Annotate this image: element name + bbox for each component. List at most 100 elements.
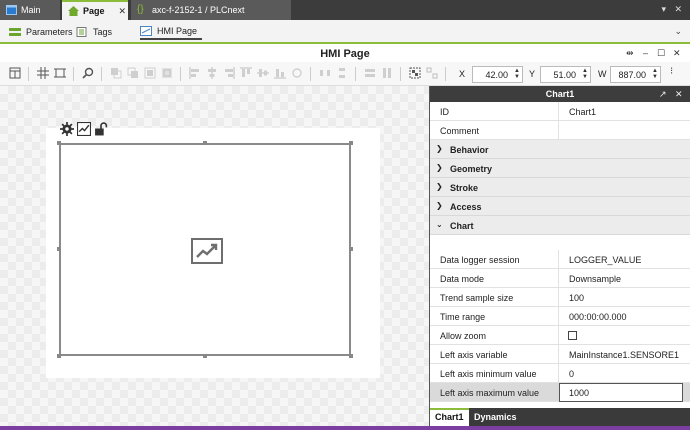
tab-page[interactable]: Page ✕ bbox=[62, 0, 128, 20]
resize-handle-bottom-left[interactable] bbox=[57, 354, 61, 358]
rotate-icon[interactable] bbox=[291, 67, 303, 79]
toolbar-separator bbox=[180, 67, 181, 81]
resize-handle-bottom[interactable] bbox=[203, 354, 207, 358]
align-center-icon[interactable] bbox=[206, 67, 218, 79]
tags-icon bbox=[76, 27, 87, 37]
section-chart[interactable]: ⌄ Chart bbox=[430, 216, 690, 235]
align-left-icon[interactable] bbox=[189, 67, 201, 79]
resize-handle-bottom-right[interactable] bbox=[349, 354, 353, 358]
spinner-arrows-icon[interactable]: ▲ ▼ bbox=[652, 68, 658, 80]
resize-handle-top-right[interactable] bbox=[349, 141, 353, 145]
w-input[interactable]: 887.00 ▲ ▼ bbox=[610, 66, 661, 83]
allow-zoom-checkbox[interactable] bbox=[568, 331, 577, 340]
collapse-chevron-icon[interactable]: ⌄ bbox=[674, 26, 682, 37]
align-right-icon[interactable] bbox=[223, 67, 235, 79]
zoom-icon[interactable] bbox=[82, 67, 94, 79]
close-editor-icon[interactable]: ✕ bbox=[673, 48, 681, 59]
chart-check-icon[interactable] bbox=[77, 122, 91, 136]
y-input[interactable]: 51.00 ▲ ▼ bbox=[540, 66, 591, 83]
property-value[interactable]: Downsample bbox=[569, 274, 621, 284]
property-value[interactable]: Chart1 bbox=[569, 107, 596, 117]
property-row-time-range: Time range 000:00:00.000 bbox=[430, 307, 690, 326]
column-divider bbox=[558, 364, 559, 383]
property-row-trend-sample-size: Trend sample size 100 bbox=[430, 288, 690, 307]
property-value[interactable]: 0 bbox=[569, 369, 574, 379]
column-divider bbox=[558, 345, 559, 364]
property-value[interactable]: 000:00:00.000 bbox=[569, 312, 627, 322]
window-icon bbox=[6, 5, 17, 15]
spinner-arrows-icon[interactable]: ▲ ▼ bbox=[582, 68, 588, 80]
properties-title: Chart1 bbox=[545, 89, 575, 99]
property-value[interactable]: MainInstance1.SENSORE1 bbox=[569, 350, 679, 360]
toolbar-separator bbox=[445, 67, 446, 81]
subtab-parameters[interactable]: Parameters bbox=[9, 24, 73, 40]
property-key: Left axis variable bbox=[440, 350, 508, 360]
resize-handle-left[interactable] bbox=[57, 247, 61, 251]
x-input[interactable]: 42.00 ▲ ▼ bbox=[472, 66, 523, 83]
distribute-vertical-icon[interactable] bbox=[336, 67, 348, 79]
maximize-icon[interactable]: ☐ bbox=[657, 48, 665, 59]
undock-icon[interactable]: ↗ bbox=[659, 86, 667, 102]
element-quick-actions bbox=[60, 122, 108, 136]
chart-element[interactable] bbox=[59, 143, 351, 356]
same-width-icon[interactable] bbox=[364, 67, 376, 79]
footer-tab-dynamics[interactable]: Dynamics bbox=[469, 408, 522, 426]
property-value[interactable]: 100 bbox=[569, 293, 584, 303]
align-middle-icon[interactable] bbox=[257, 67, 269, 79]
section-behavior[interactable]: ❯ Behavior bbox=[430, 140, 690, 159]
align-top-icon[interactable] bbox=[240, 67, 252, 79]
grid-icon[interactable] bbox=[37, 67, 49, 79]
align-bottom-icon[interactable] bbox=[274, 67, 286, 79]
resize-handle-right[interactable] bbox=[349, 247, 353, 251]
chevron-right-icon: ❯ bbox=[436, 201, 443, 210]
settings-gear-icon[interactable] bbox=[60, 122, 74, 136]
section-access[interactable]: ❯ Access bbox=[430, 197, 690, 216]
column-divider bbox=[558, 250, 559, 269]
property-row-allow-zoom: Allow zoom bbox=[430, 326, 690, 345]
section-geometry[interactable]: ❯ Geometry bbox=[430, 159, 690, 178]
toolbar-overflow-icon[interactable]: ⁝ bbox=[670, 66, 673, 77]
layout-icon[interactable] bbox=[9, 67, 21, 79]
resize-handle-top-left[interactable] bbox=[57, 141, 61, 145]
document-tab-bar: Main Page ✕ {} axc-f-2152-1 / PLCnext ▾ … bbox=[0, 0, 690, 20]
send-backward-icon[interactable] bbox=[144, 67, 156, 79]
editor-title-bar: HMI Page ⇹ – ☐ ✕ bbox=[0, 46, 690, 62]
resize-handle-top[interactable] bbox=[203, 141, 207, 145]
frame-icon[interactable] bbox=[54, 67, 66, 79]
pin-icon[interactable]: ⇹ bbox=[626, 48, 634, 59]
toolbar-separator bbox=[28, 67, 29, 81]
property-value[interactable]: 1000 bbox=[569, 388, 589, 398]
same-height-icon[interactable] bbox=[381, 67, 393, 79]
property-key: Trend sample size bbox=[440, 293, 514, 303]
column-divider bbox=[558, 102, 559, 121]
minimize-icon[interactable]: – bbox=[643, 48, 648, 58]
close-all-icon[interactable]: ✕ bbox=[674, 4, 682, 15]
section-label: Behavior bbox=[450, 145, 489, 155]
tab-plcnext[interactable]: {} axc-f-2152-1 / PLCnext bbox=[131, 0, 291, 20]
y-value: 51.00 bbox=[553, 69, 576, 80]
subtab-hmi-page-label: HMI Page bbox=[157, 26, 198, 36]
spinner-arrows-icon[interactable]: ▲ ▼ bbox=[514, 68, 520, 80]
tab-main[interactable]: Main bbox=[0, 0, 60, 20]
close-panel-icon[interactable]: ✕ bbox=[675, 86, 683, 102]
close-icon[interactable]: ✕ bbox=[119, 6, 127, 17]
distribute-horizontal-icon[interactable] bbox=[319, 67, 331, 79]
section-label: Chart bbox=[450, 221, 474, 231]
property-key: Comment bbox=[440, 126, 480, 136]
send-back-icon[interactable] bbox=[161, 67, 173, 79]
property-value[interactable]: LOGGER_VALUE bbox=[569, 255, 641, 265]
y-label: Y bbox=[529, 69, 536, 79]
bring-front-icon[interactable] bbox=[110, 67, 122, 79]
tab-list-dropdown-icon[interactable]: ▾ bbox=[661, 4, 666, 15]
bring-forward-icon[interactable] bbox=[127, 67, 139, 79]
subtab-tags[interactable]: Tags bbox=[76, 24, 112, 40]
subtab-parameters-label: Parameters bbox=[26, 27, 73, 37]
ungroup-icon[interactable] bbox=[426, 67, 438, 79]
unlock-icon[interactable] bbox=[94, 122, 108, 136]
group-icon[interactable] bbox=[409, 67, 421, 79]
editor-subtab-bar: Parameters Tags HMI Page ⌄ bbox=[0, 20, 690, 44]
subtab-hmi-page[interactable]: HMI Page bbox=[140, 24, 202, 40]
property-key: Data mode bbox=[440, 274, 485, 284]
footer-tab-chart1[interactable]: Chart1 bbox=[430, 408, 469, 426]
section-stroke[interactable]: ❯ Stroke bbox=[430, 178, 690, 197]
